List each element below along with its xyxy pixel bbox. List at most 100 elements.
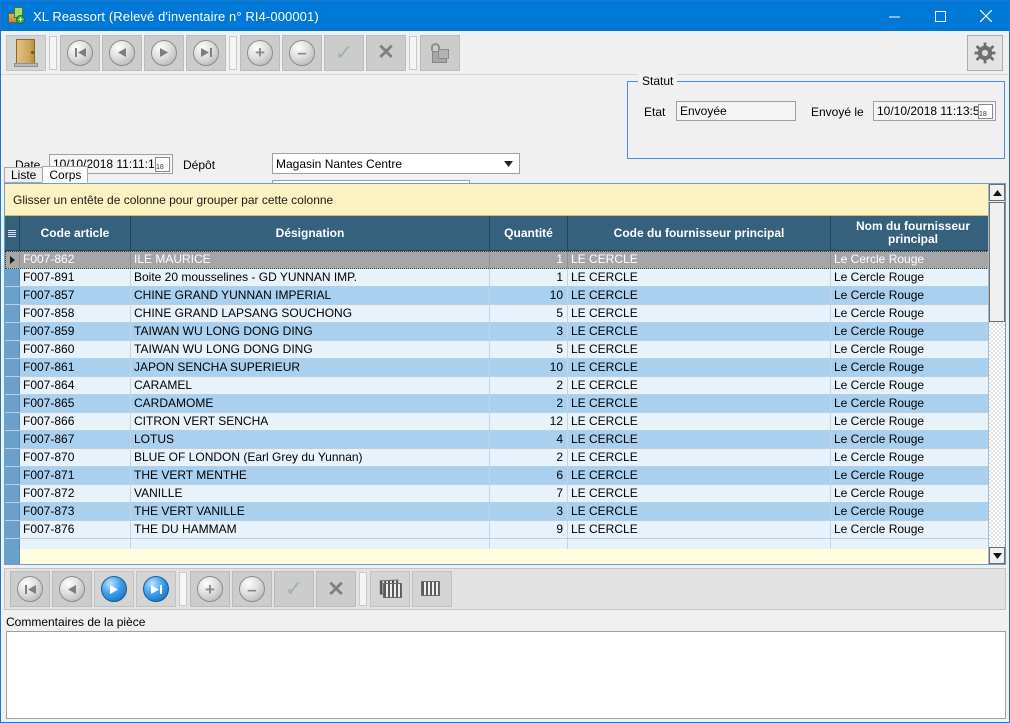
- table-row[interactable]: F007-866CITRON VERT SENCHA12LE CERCLELe …: [5, 413, 1005, 431]
- barcode-single-button[interactable]: [412, 571, 452, 607]
- table-row[interactable]: F007-870BLUE OF LONDON (Earl Grey du Yun…: [5, 449, 1005, 467]
- table-row[interactable]: F007-865CARDAMOME2LE CERCLELe Cercle Rou…: [5, 395, 1005, 413]
- table-row[interactable]: F007-858CHINE GRAND LAPSANG SOUCHONG5LE …: [5, 305, 1005, 323]
- cell-code-fournisseur[interactable]: LE CERCLE: [568, 431, 831, 448]
- cell-code-article[interactable]: F007-891: [20, 269, 131, 286]
- row-indicator[interactable]: [5, 323, 20, 340]
- cell-nom-fournisseur[interactable]: Le Cercle Rouge: [831, 377, 995, 394]
- cell-code-article[interactable]: F007-876: [20, 521, 131, 538]
- table-row[interactable]: F007-871THE VERT MENTHE6LE CERCLELe Cerc…: [5, 467, 1005, 485]
- cell-code-article[interactable]: F007-861: [20, 359, 131, 376]
- cell-code-article[interactable]: F007-859: [20, 323, 131, 340]
- lock-stock-button[interactable]: [420, 35, 460, 71]
- column-header-quantite[interactable]: Quantité: [490, 216, 568, 250]
- cell-nom-fournisseur[interactable]: Le Cercle Rouge: [831, 503, 995, 520]
- grid-next-row-button[interactable]: [94, 571, 134, 607]
- cell-designation[interactable]: BLUE OF LONDON (Earl Grey du Yunnan): [131, 449, 490, 466]
- cell-nom-fournisseur[interactable]: Le Cercle Rouge: [831, 359, 995, 376]
- cell-nom-fournisseur[interactable]: Le Cercle Rouge: [831, 305, 995, 322]
- row-indicator[interactable]: [5, 485, 20, 502]
- table-row[interactable]: F007-867LOTUS4LE CERCLELe Cercle Rouge: [5, 431, 1005, 449]
- row-indicator[interactable]: [5, 377, 20, 394]
- row-indicator[interactable]: [5, 413, 20, 430]
- validate-record-button[interactable]: ✓: [324, 35, 364, 71]
- grid-last-row-button[interactable]: [136, 571, 176, 607]
- cell-quantite[interactable]: 5: [490, 305, 568, 322]
- cell-designation[interactable]: CARDAMOME: [131, 395, 490, 412]
- column-header-nom-fournisseur[interactable]: Nom du fournisseur principal: [831, 216, 995, 250]
- cell-designation[interactable]: LOTUS: [131, 431, 490, 448]
- grid-add-row-button[interactable]: +: [190, 571, 230, 607]
- row-indicator[interactable]: [5, 521, 20, 538]
- row-indicator[interactable]: [5, 449, 20, 466]
- exit-door-button[interactable]: [6, 35, 46, 71]
- minimize-button[interactable]: [871, 1, 917, 31]
- cell-code-fournisseur[interactable]: LE CERCLE: [568, 521, 831, 538]
- cell-designation[interactable]: CITRON VERT SENCHA: [131, 413, 490, 430]
- first-record-button[interactable]: [60, 35, 100, 71]
- cell-code-fournisseur[interactable]: LE CERCLE: [568, 377, 831, 394]
- cell-quantite[interactable]: 1: [490, 251, 568, 268]
- row-indicator[interactable]: [5, 467, 20, 484]
- cell-designation[interactable]: THE VERT VANILLE: [131, 503, 490, 520]
- cell-quantite[interactable]: 6: [490, 467, 568, 484]
- cell-quantite[interactable]: 2: [490, 449, 568, 466]
- table-row[interactable]: F007-859TAIWAN WU LONG DONG DING3LE CERC…: [5, 323, 1005, 341]
- delete-record-button[interactable]: –: [282, 35, 322, 71]
- barcode-multi-button[interactable]: [370, 571, 410, 607]
- cell-designation[interactable]: VANILLE: [131, 485, 490, 502]
- close-icon[interactable]: [963, 1, 1009, 31]
- calendar-icon-2[interactable]: 18: [978, 104, 993, 119]
- row-indicator[interactable]: [5, 431, 20, 448]
- cell-designation[interactable]: ILE MAURICE: [131, 251, 490, 268]
- cell-quantite[interactable]: 5: [490, 341, 568, 358]
- next-record-button[interactable]: [144, 35, 184, 71]
- row-indicator[interactable]: [5, 269, 20, 286]
- table-row[interactable]: F007-891Boite 20 mousselines - GD YUNNAN…: [5, 269, 1005, 287]
- group-by-hint[interactable]: Glisser un entête de colonne pour groupe…: [5, 184, 1005, 216]
- last-record-button[interactable]: [186, 35, 226, 71]
- cell-code-article[interactable]: F007-858: [20, 305, 131, 322]
- table-row[interactable]: F007-857CHINE GRAND YUNNAN IMPERIAL10LE …: [5, 287, 1005, 305]
- cell-quantite[interactable]: 12: [490, 413, 568, 430]
- cell-code-fournisseur[interactable]: LE CERCLE: [568, 503, 831, 520]
- cell-code-fournisseur[interactable]: LE CERCLE: [568, 359, 831, 376]
- cancel-record-button[interactable]: ✕: [366, 35, 406, 71]
- cell-quantite[interactable]: 10: [490, 359, 568, 376]
- grid-validate-row-button[interactable]: ✓: [274, 571, 314, 607]
- cell-quantite[interactable]: 1: [490, 269, 568, 286]
- cell-designation[interactable]: THE VERT MENTHE: [131, 467, 490, 484]
- cell-code-fournisseur[interactable]: LE CERCLE: [568, 395, 831, 412]
- grid-vertical-scrollbar[interactable]: [988, 184, 1005, 564]
- cell-quantite[interactable]: 2: [490, 395, 568, 412]
- scroll-down-button[interactable]: [989, 547, 1005, 564]
- cell-code-fournisseur[interactable]: LE CERCLE: [568, 269, 831, 286]
- previous-record-button[interactable]: [102, 35, 142, 71]
- cell-quantite[interactable]: 2: [490, 377, 568, 394]
- scrollbar-track[interactable]: [989, 322, 1005, 546]
- scrollbar-thumb[interactable]: [989, 202, 1005, 322]
- row-indicator[interactable]: [5, 251, 20, 268]
- cell-code-article[interactable]: F007-871: [20, 467, 131, 484]
- row-indicator[interactable]: [5, 395, 20, 412]
- table-row[interactable]: F007-873THE VERT VANILLE3LE CERCLELe Cer…: [5, 503, 1005, 521]
- cell-designation[interactable]: CHINE GRAND LAPSANG SOUCHONG: [131, 305, 490, 322]
- cell-quantite[interactable]: 7: [490, 485, 568, 502]
- cell-nom-fournisseur[interactable]: Le Cercle Rouge: [831, 323, 995, 340]
- chevron-down-icon[interactable]: [500, 154, 516, 173]
- tab-liste[interactable]: Liste: [4, 167, 43, 183]
- cell-designation[interactable]: THE DU HAMMAM: [131, 521, 490, 538]
- scroll-up-button[interactable]: [989, 184, 1005, 201]
- settings-button[interactable]: [967, 35, 1003, 71]
- cell-code-article[interactable]: F007-872: [20, 485, 131, 502]
- row-indicator[interactable]: [5, 287, 20, 304]
- cell-code-article[interactable]: F007-867: [20, 431, 131, 448]
- cell-quantite[interactable]: 3: [490, 323, 568, 340]
- table-row[interactable]: F007-872VANILLE7LE CERCLELe Cercle Rouge: [5, 485, 1005, 503]
- add-record-button[interactable]: +: [240, 35, 280, 71]
- cell-nom-fournisseur[interactable]: Le Cercle Rouge: [831, 467, 995, 484]
- column-header-designation[interactable]: Désignation: [131, 216, 490, 250]
- cell-code-article[interactable]: F007-864: [20, 377, 131, 394]
- cell-designation[interactable]: TAIWAN WU LONG DONG DING: [131, 341, 490, 358]
- cell-code-fournisseur[interactable]: LE CERCLE: [568, 413, 831, 430]
